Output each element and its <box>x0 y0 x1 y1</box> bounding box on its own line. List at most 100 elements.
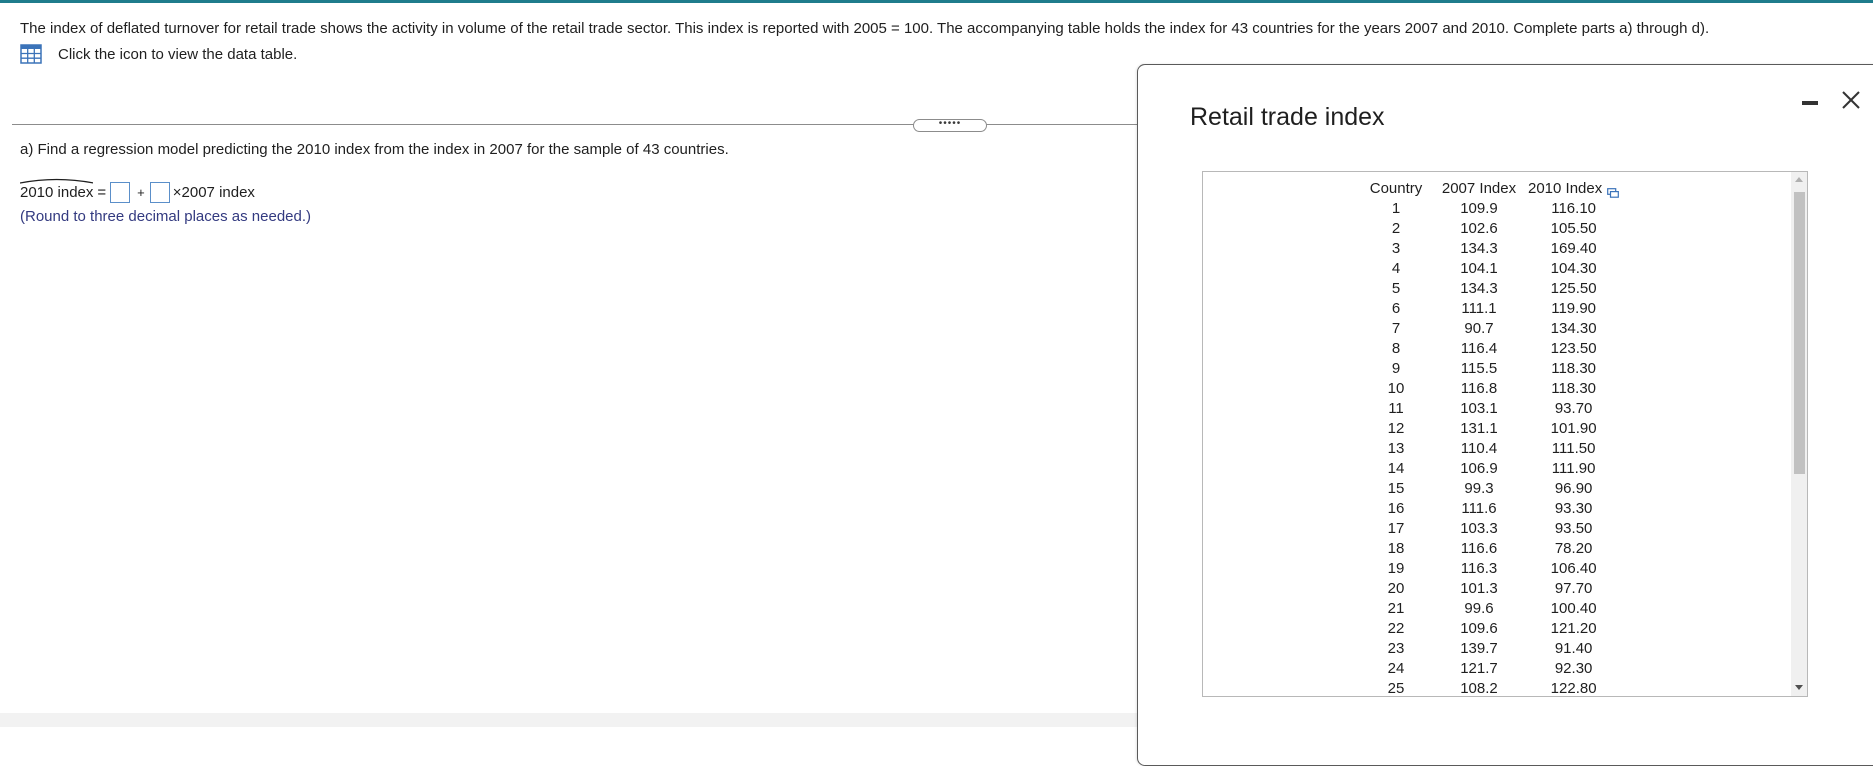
table-row: 6 111.1 119.90 <box>1362 299 1619 319</box>
cell-2010-index: 93.70 <box>1554 400 1593 417</box>
top-accent-bar <box>0 0 1873 3</box>
cell-2010-index: 93.50 <box>1554 520 1593 537</box>
table-row: 10 116.8 118.30 <box>1362 379 1619 399</box>
cell-country: 21 <box>1387 600 1405 617</box>
cell-country: 7 <box>1391 320 1401 337</box>
table-body: 1 109.9 116.10 2 102.6 105.50 3 134.3 169.40 4 104… <box>1362 199 1619 696</box>
cell-country: 23 <box>1387 640 1405 657</box>
cell-2010-index: 104.30 <box>1550 260 1597 277</box>
table-header-row: Country 2007 Index 2010 Index <box>1362 179 1620 199</box>
cell-2010-index: 123.50 <box>1550 340 1597 357</box>
cell-country: 25 <box>1387 680 1405 696</box>
table-row: 15 99.3 96.90 <box>1362 479 1619 499</box>
data-table-link[interactable]: Click the icon to view the data table. <box>20 43 297 65</box>
table-viewport: Country 2007 Index 2010 Index 1 109.9 116.… <box>1203 172 1791 696</box>
cell-2010-index: 78.20 <box>1554 540 1593 557</box>
cell-country: 6 <box>1391 300 1401 317</box>
cell-2010-index: 105.50 <box>1550 220 1597 237</box>
rounding-note: (Round to three decimal places as needed… <box>20 208 312 225</box>
predicted-variable: 2010 index <box>20 183 94 201</box>
cell-2007-index: 106.9 <box>1460 460 1498 477</box>
table-row: 18 116.6 78.20 <box>1362 539 1619 559</box>
cell-2007-index: 110.4 <box>1460 440 1498 457</box>
cell-country: 1 <box>1391 200 1401 217</box>
table-row: 22 109.6 121.20 <box>1362 619 1619 639</box>
header-2007-index: 2007 Index <box>1441 180 1517 197</box>
cell-2010-index: 169.40 <box>1550 240 1597 257</box>
table-row: 1 109.9 116.10 <box>1362 199 1619 219</box>
cell-country: 11 <box>1388 400 1404 417</box>
divider-drag-handle[interactable]: ••••• <box>913 119 987 132</box>
regression-equation: 2010 index = + × 2007 index <box>20 180 255 204</box>
slope-input[interactable] <box>149 181 170 203</box>
cell-2007-index: 103.3 <box>1460 520 1498 537</box>
table-scroll-area[interactable]: Country 2007 Index 2010 Index 1 109.9 116.… <box>1202 171 1808 697</box>
cell-country: 2 <box>1391 220 1401 237</box>
rhs-label: 2007 index <box>181 183 255 201</box>
cell-2010-index: 106.40 <box>1550 560 1597 577</box>
minimize-icon[interactable] <box>1798 91 1822 111</box>
table-row: 20 101.3 97.70 <box>1362 579 1619 599</box>
cell-2007-index: 108.2 <box>1460 680 1498 696</box>
table-row: 11 103.1 93.70 <box>1362 399 1619 419</box>
cell-2010-index: 97.70 <box>1554 580 1593 597</box>
cell-country: 17 <box>1387 520 1405 537</box>
cell-2010-index: 92.30 <box>1554 660 1593 677</box>
cell-country: 15 <box>1387 480 1405 497</box>
table-row: 21 99.6 100.40 <box>1362 599 1619 619</box>
cell-2010-index: 119.90 <box>1551 300 1596 317</box>
cell-2010-index: 118.30 <box>1551 360 1596 377</box>
vertical-scrollbar[interactable] <box>1791 172 1807 696</box>
cell-2007-index: 115.5 <box>1460 360 1498 377</box>
retail-data-table: Country 2007 Index 2010 Index 1 109.9 116.… <box>1362 179 1620 696</box>
cell-country: 18 <box>1387 540 1405 557</box>
table-row: 17 103.3 93.50 <box>1362 519 1619 539</box>
cell-2010-index: 118.30 <box>1551 380 1596 397</box>
data-table-dialog: Retail trade index Country 2007 Index 20… <box>1137 64 1873 766</box>
header-country: Country <box>1369 180 1423 197</box>
cell-country: 24 <box>1387 660 1405 677</box>
cell-2010-index: 111.90 <box>1551 460 1596 477</box>
scroll-thumb[interactable] <box>1794 192 1805 474</box>
cell-2007-index: 99.3 <box>1464 480 1494 497</box>
cell-country: 5 <box>1391 280 1401 297</box>
cell-country: 12 <box>1387 420 1405 437</box>
cell-country: 4 <box>1391 260 1401 277</box>
cell-2007-index: 131.1 <box>1460 420 1498 437</box>
table-row: 14 106.9 111.90 <box>1362 459 1619 479</box>
times-sign: × <box>172 183 182 201</box>
table-row: 16 111.6 93.30 <box>1362 499 1619 519</box>
cell-2010-index: 121.20 <box>1550 620 1597 637</box>
cell-country: 20 <box>1387 580 1405 597</box>
cell-2010-index: 111.50 <box>1551 440 1596 457</box>
table-row: 5 134.3 125.50 <box>1362 279 1619 299</box>
cell-country: 16 <box>1387 500 1405 517</box>
equals-sign: = <box>97 183 107 201</box>
data-table-link-text[interactable]: Click the icon to view the data table. <box>58 46 297 63</box>
copy-icon[interactable] <box>1607 184 1620 198</box>
cell-country: 10 <box>1387 380 1405 397</box>
cell-2010-index: 101.90 <box>1550 420 1597 437</box>
cell-country: 9 <box>1391 360 1401 377</box>
table-row: 23 139.7 91.40 <box>1362 639 1619 659</box>
cell-country: 22 <box>1387 620 1405 637</box>
table-row: 8 116.4 123.50 <box>1362 339 1619 359</box>
cell-2007-index: 109.9 <box>1460 200 1498 217</box>
lhs-label: 2010 index <box>20 183 94 201</box>
scroll-down-arrow-icon[interactable] <box>1795 685 1803 690</box>
cell-2010-index: 125.50 <box>1550 280 1597 297</box>
cell-2007-index: 90.7 <box>1464 320 1494 337</box>
cell-2007-index: 111.6 <box>1461 500 1497 517</box>
scroll-up-arrow-icon[interactable] <box>1795 177 1803 182</box>
cell-2007-index: 116.4 <box>1460 340 1498 357</box>
cell-2010-index: 91.40 <box>1554 640 1593 657</box>
intercept-input[interactable] <box>110 181 131 203</box>
close-icon[interactable] <box>1838 87 1864 113</box>
data-table-icon[interactable] <box>20 44 42 64</box>
problem-intro: The index of deflated turnover for retai… <box>20 20 1710 37</box>
cell-2007-index: 103.1 <box>1460 400 1498 417</box>
cell-2007-index: 139.7 <box>1460 640 1498 657</box>
plus-sign: + <box>137 184 145 200</box>
cell-2010-index: 134.30 <box>1550 320 1597 337</box>
cell-country: 13 <box>1387 440 1405 457</box>
